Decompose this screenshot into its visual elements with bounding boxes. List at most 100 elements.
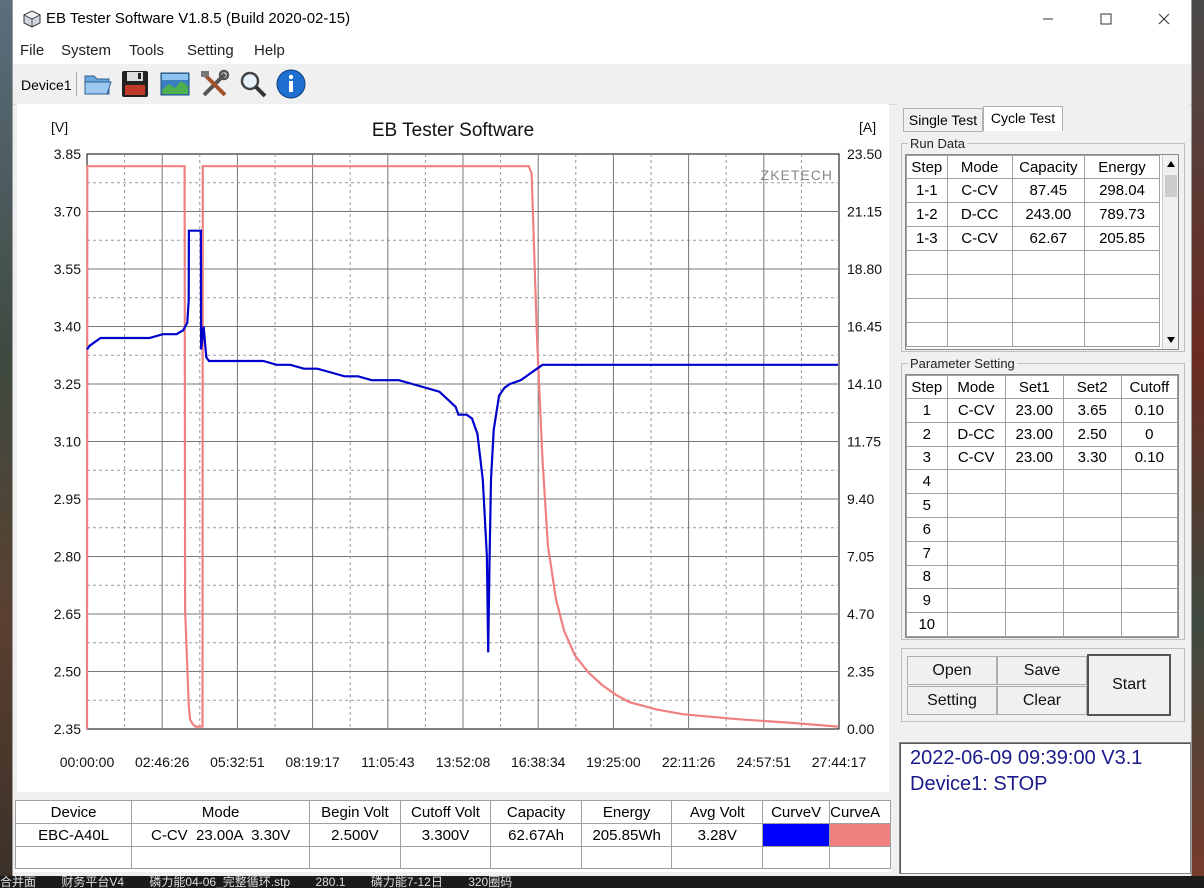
run-data-cell: 298.04 [1084, 178, 1160, 203]
parameter-row[interactable]: 6 [906, 516, 1178, 542]
curve-a-color-swatch[interactable] [829, 823, 891, 847]
about-button[interactable] [275, 68, 307, 100]
y-left-tick-label: 3.10 [54, 434, 81, 450]
save-button[interactable]: Save [997, 656, 1087, 685]
run-data-row[interactable] [906, 250, 1160, 275]
tools-button[interactable] [199, 68, 231, 100]
y-left-tick-label: 3.40 [54, 319, 81, 335]
scroll-down-icon[interactable] [1163, 331, 1179, 349]
status-datetime-version: 2022-06-09 09:39:00 V3.1 [910, 747, 1143, 769]
curve-v-color-swatch[interactable] [762, 823, 831, 847]
taskbar: 合并面 财务平台V4 磷力能04-06_完整循环.stp 280.1 磷力能7-… [0, 876, 1204, 888]
parameter-table-container: Step Mode Set1 Set2 Cutoff 1 C-CV 23.00 3.6… [905, 374, 1179, 638]
parameter-row[interactable]: 10 [906, 612, 1178, 637]
y-left-tick-label: 3.85 [54, 146, 81, 162]
empty-cell [762, 846, 831, 869]
parameter-row[interactable]: 1 C-CV 23.00 3.65 0.10 [906, 398, 1178, 423]
menu-file[interactable]: File [20, 42, 44, 59]
run-data-cell [1084, 274, 1160, 299]
x-tick-label: 22:11:26 [662, 754, 716, 770]
run-data-cell [946, 298, 1013, 323]
run-data-cell: 205.85 [1084, 226, 1160, 251]
parameter-cell [1062, 493, 1122, 518]
menu-tools[interactable]: Tools [129, 42, 164, 59]
run-data-cell: 87.45 [1011, 178, 1086, 203]
y-left-tick-label: 3.70 [54, 204, 81, 220]
parameter-cell: 23.00 [1004, 398, 1064, 423]
run-data-row[interactable]: 1-2 D-CC 243.00 789.73 [906, 202, 1160, 227]
y-right-axis-label: [A] [859, 119, 876, 135]
taskbar-item[interactable]: 磷力能7-12日 [371, 876, 443, 888]
voltage-current-chart: 3.85 3.70 3.55 3.40 3.25 3.10 2.95 2.80 2.65 2.50… [51, 119, 882, 770]
taskbar-item[interactable]: 合并面 [0, 876, 36, 888]
minimize-button[interactable] [1025, 4, 1071, 34]
open-file-button[interactable] [81, 68, 113, 100]
folder-open-icon [84, 75, 112, 95]
parameter-cell: 2.50 [1062, 421, 1122, 447]
taskbar-item[interactable]: 磷力能04-06_完整循环.stp [149, 876, 290, 888]
run-data-row[interactable] [906, 298, 1160, 323]
parameter-cell [1004, 540, 1064, 566]
app-logo-icon [23, 10, 41, 28]
clear-button[interactable]: Clear [997, 686, 1087, 715]
y-right-tick-label: 9.40 [847, 491, 874, 507]
tab-cycle-test[interactable]: Cycle Test [983, 106, 1063, 131]
parameter-cell [1120, 469, 1178, 495]
run-data-cell [1011, 274, 1086, 299]
scroll-thumb[interactable] [1165, 175, 1177, 197]
run-data-row[interactable]: 1-3 C-CV 62.67 205.85 [906, 226, 1160, 251]
menu-system[interactable]: System [61, 42, 111, 59]
run-data-cell [1084, 250, 1160, 275]
maximize-button[interactable] [1083, 4, 1129, 34]
run-data-legend: Run Data [910, 136, 965, 151]
parameter-row[interactable]: 5 [906, 493, 1178, 518]
param-col-set2: Set2 [1062, 375, 1122, 399]
parameter-cell [1062, 588, 1122, 614]
close-button[interactable] [1141, 4, 1187, 34]
parameter-row[interactable]: 9 [906, 588, 1178, 614]
col-avg-volt: Avg Volt [671, 800, 764, 824]
parameter-row[interactable]: 2 D-CC 23.00 2.50 0 [906, 421, 1178, 447]
search-button[interactable] [237, 68, 269, 100]
run-data-cell: 243.00 [1011, 202, 1086, 227]
save-file-button[interactable] [119, 68, 151, 100]
parameter-setting-legend: Parameter Setting [910, 356, 1015, 371]
open-button[interactable]: Open [907, 656, 997, 685]
col-curve-v: CurveV [762, 800, 831, 824]
status-display: 2022-06-09 09:39:00 V3.1 Device1: STOP [899, 742, 1191, 874]
scroll-up-icon[interactable] [1163, 155, 1179, 173]
cell-capacity: 62.67Ah [490, 823, 582, 847]
taskbar-item[interactable]: 280.1 [315, 876, 345, 888]
run-data-cell: 789.73 [1084, 202, 1160, 227]
tab-single-test[interactable]: Single Test [903, 108, 983, 132]
taskbar-item[interactable]: 财务平台V4 [61, 876, 124, 888]
parameter-cell: 0.10 [1120, 445, 1178, 471]
y-right-tick-label: 18.80 [847, 261, 882, 277]
cell-begin-volt: 2.500V [309, 823, 401, 847]
parameter-row[interactable]: 4 [906, 469, 1178, 495]
run-data-row[interactable] [906, 322, 1160, 347]
parameter-row[interactable]: 8 [906, 564, 1178, 590]
chart-image-icon [160, 72, 190, 96]
run-data-table: Step Mode Capacity Energy 1-1 C-CV 87.45 29… [906, 155, 1160, 347]
setting-button[interactable]: Setting [907, 686, 997, 715]
parameter-cell [946, 564, 1006, 590]
x-tick-label: 08:19:17 [285, 754, 340, 770]
x-tick-label: 11:05:43 [361, 754, 415, 770]
run-data-row[interactable] [906, 274, 1160, 299]
taskbar-item[interactable]: 320圈码 [468, 876, 512, 888]
export-chart-button[interactable] [159, 68, 191, 100]
menu-setting[interactable]: Setting [187, 42, 234, 59]
start-button[interactable]: Start [1087, 654, 1171, 716]
run-data-cell [946, 274, 1013, 299]
run-data-row[interactable]: 1-1 C-CV 87.45 298.04 [906, 178, 1160, 203]
parameter-cell [946, 612, 1006, 637]
device-summary-table: Device Mode Begin Volt Cutoff Volt Capac… [14, 800, 891, 872]
menu-help[interactable]: Help [254, 42, 285, 59]
title-bar: EB Tester Software V1.8.5 (Build 2020-02… [13, 0, 1191, 38]
parameter-row[interactable]: 3 C-CV 23.00 3.30 0.10 [906, 445, 1178, 471]
device-tab[interactable]: Device1 [17, 72, 77, 96]
run-data-scrollbar[interactable] [1162, 155, 1179, 349]
parameter-row[interactable]: 7 [906, 540, 1178, 566]
empty-cell [829, 846, 891, 869]
